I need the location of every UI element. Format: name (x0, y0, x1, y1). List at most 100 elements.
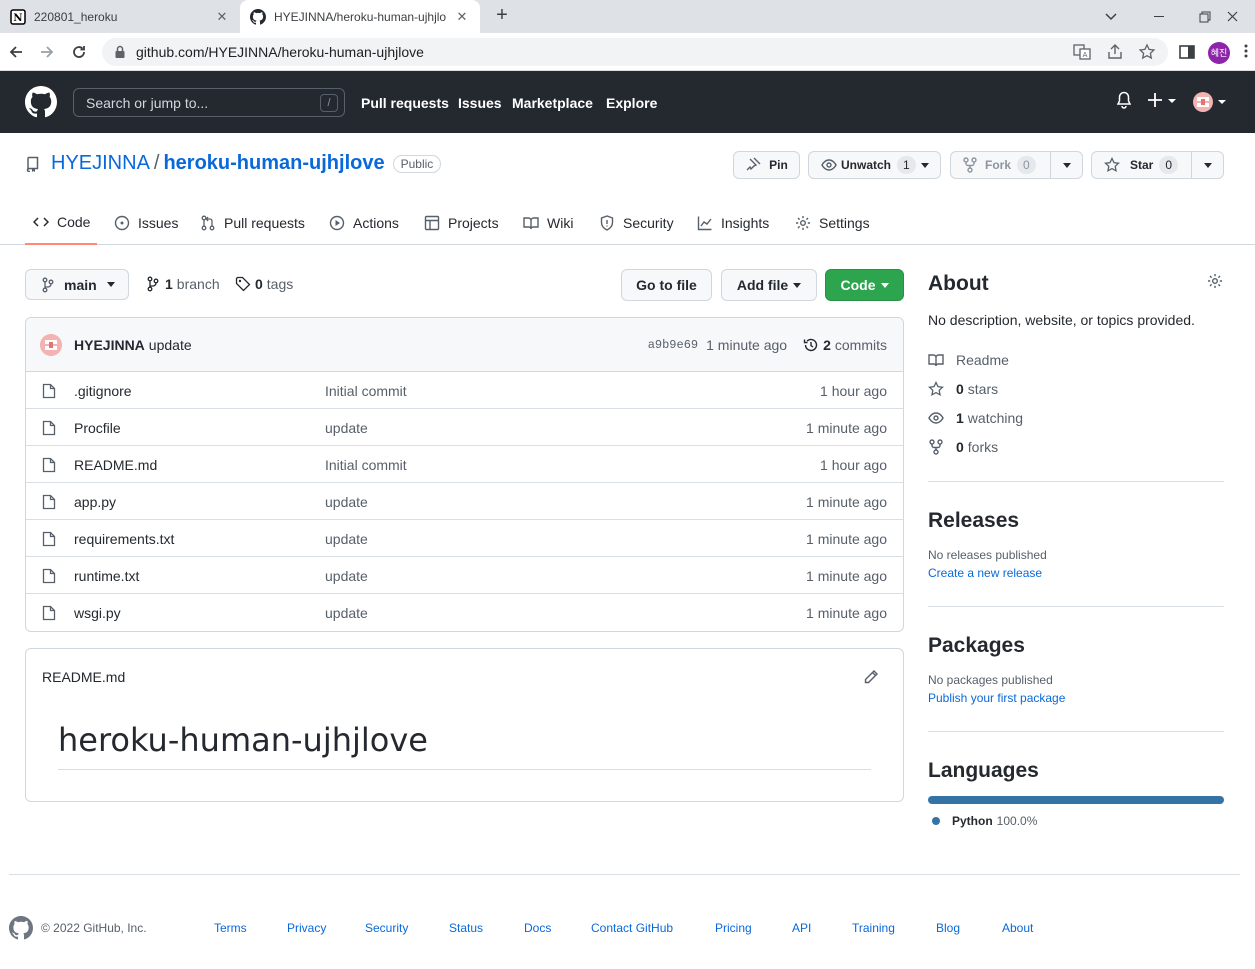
commit-author-link[interactable]: HYEJINNA (74, 337, 145, 353)
footer-link-blog[interactable]: Blog (936, 921, 960, 935)
about-settings-gear-icon[interactable] (1207, 273, 1223, 289)
footer-link-status[interactable]: Status (449, 921, 483, 935)
tab-wiki[interactable]: Wiki (523, 200, 573, 245)
tab-security[interactable]: Security (599, 200, 674, 245)
new-tab-button[interactable]: + (490, 4, 514, 28)
footer-link-about[interactable]: About (1002, 921, 1033, 935)
footer-link-terms[interactable]: Terms (214, 921, 247, 935)
tab-insights[interactable]: Insights (697, 200, 769, 245)
minimize-icon[interactable] (1136, 0, 1182, 33)
readme-filename-link[interactable]: README.md (42, 669, 125, 685)
author-avatar[interactable] (40, 333, 62, 356)
tab-code[interactable]: Code (25, 200, 97, 245)
publish-package-link[interactable]: Publish your first package (928, 691, 1224, 705)
file-commit-message-link[interactable]: update (325, 494, 368, 510)
commits-history-link[interactable]: 2 commits (803, 337, 887, 353)
star-button[interactable]: Star 0 (1091, 151, 1224, 179)
browser-tab-github[interactable]: HYEJINNA/heroku-human-ujhjlo ✕ (240, 0, 480, 33)
commit-message-link[interactable]: update (149, 337, 192, 353)
share-icon[interactable] (1106, 43, 1124, 61)
language-item-python[interactable]: Python 100.0% (928, 814, 1224, 828)
create-release-link[interactable]: Create a new release (928, 566, 1224, 580)
notifications-bell-icon[interactable] (1116, 91, 1132, 109)
file-commit-message-link[interactable]: update (325, 605, 368, 621)
footer-link-contact-github[interactable]: Contact GitHub (591, 921, 673, 935)
tab-projects[interactable]: Projects (424, 200, 499, 245)
repo-owner-link[interactable]: HYEJINNA (51, 152, 150, 175)
tab-close-icon[interactable]: ✕ (454, 9, 470, 25)
file-name-link[interactable]: README.md (74, 457, 157, 473)
tab-issues[interactable]: Issues (114, 200, 178, 245)
file-row[interactable]: wsgi.py update 1 minute ago (26, 594, 903, 631)
footer-link-security[interactable]: Security (365, 921, 408, 935)
file-commit-message-link[interactable]: Initial commit (325, 457, 407, 473)
file-row[interactable]: .gitignore Initial commit 1 hour ago (26, 372, 903, 409)
github-footer-logo-icon[interactable] (9, 916, 33, 940)
tab-search-icon[interactable] (1088, 0, 1134, 33)
chevron-down-icon (106, 282, 115, 287)
footer-link-privacy[interactable]: Privacy (287, 921, 326, 935)
file-name-link[interactable]: app.py (74, 494, 116, 510)
user-avatar-menu[interactable] (1192, 91, 1226, 113)
github-logo-icon[interactable] (25, 86, 57, 118)
browser-profile-avatar[interactable]: 혜진 (1208, 42, 1230, 64)
file-name-link[interactable]: Procfile (74, 420, 121, 436)
repo-name-link[interactable]: heroku-human-ujhjlove (163, 152, 384, 175)
nav-issues[interactable]: Issues (458, 95, 502, 111)
file-row[interactable]: README.md Initial commit 1 hour ago (26, 446, 903, 483)
go-to-file-button[interactable]: Go to file (621, 269, 712, 301)
file-commit-message-link[interactable]: update (325, 568, 368, 584)
file-name-link[interactable]: requirements.txt (74, 531, 174, 547)
footer-link-training[interactable]: Training (852, 921, 895, 935)
file-name-link[interactable]: runtime.txt (74, 568, 139, 584)
unwatch-button[interactable]: Unwatch 1 (808, 151, 941, 179)
bookmark-star-icon[interactable] (1138, 43, 1156, 61)
back-icon[interactable] (4, 40, 28, 64)
star-dropdown-chevron-down-icon[interactable] (1191, 151, 1223, 179)
browser-menu-icon[interactable] (1244, 43, 1250, 61)
file-row[interactable]: app.py update 1 minute ago (26, 483, 903, 520)
file-name-link[interactable]: wsgi.py (74, 605, 121, 621)
tags-link[interactable]: 0 tags (235, 276, 293, 292)
tab-pull-requests[interactable]: Pull requests (200, 200, 305, 245)
file-commit-message-link[interactable]: update (325, 420, 368, 436)
forks-link[interactable]: 0 forks (928, 439, 998, 455)
readme-link[interactable]: Readme (928, 352, 1009, 368)
file-name-link[interactable]: .gitignore (74, 383, 132, 399)
add-file-button[interactable]: Add file (721, 269, 817, 301)
search-input[interactable]: Search or jump to... / (73, 88, 345, 117)
file-commit-message-link[interactable]: update (325, 531, 368, 547)
nav-pull-requests[interactable]: Pull requests (361, 95, 449, 111)
create-new-plus-icon[interactable] (1148, 91, 1178, 109)
pin-button[interactable]: Pin (733, 151, 800, 179)
tab-close-icon[interactable]: ✕ (214, 9, 230, 25)
translate-icon[interactable]: A (1073, 43, 1091, 61)
footer-link-pricing[interactable]: Pricing (715, 921, 752, 935)
file-commit-message-link[interactable]: Initial commit (325, 383, 407, 399)
footer-link-api[interactable]: API (792, 921, 811, 935)
browser-tab-notion[interactable]: N 220801_heroku ✕ (0, 0, 240, 33)
footer-link-docs[interactable]: Docs (524, 921, 551, 935)
nav-explore[interactable]: Explore (606, 95, 657, 111)
file-row[interactable]: Procfile update 1 minute ago (26, 409, 903, 446)
nav-marketplace[interactable]: Marketplace (512, 95, 593, 111)
pencil-icon[interactable] (863, 669, 879, 685)
commit-sha-link[interactable]: a9b9e69 (648, 338, 698, 352)
tab-actions[interactable]: Actions (329, 200, 399, 245)
fork-dropdown-chevron-down-icon[interactable] (1050, 151, 1082, 179)
code-button[interactable]: Code (825, 269, 904, 301)
forward-icon[interactable] (35, 40, 59, 64)
watch-dropdown-chevron-down-icon[interactable] (910, 151, 940, 179)
fork-button[interactable]: Fork 0 (950, 151, 1083, 179)
file-row[interactable]: runtime.txt update 1 minute ago (26, 557, 903, 594)
reload-icon[interactable] (67, 40, 91, 64)
close-window-icon[interactable] (1209, 0, 1255, 33)
watching-link[interactable]: 1 watching (928, 410, 1023, 426)
tab-settings[interactable]: Settings (795, 200, 870, 245)
url-bar[interactable]: github.com/HYEJINNA/heroku-human-ujhjlov… (102, 38, 1168, 66)
branch-select-button[interactable]: main (25, 269, 129, 300)
branches-link[interactable]: 1 branch (147, 276, 220, 292)
stars-link[interactable]: 0 stars (928, 381, 998, 397)
file-row[interactable]: requirements.txt update 1 minute ago (26, 520, 903, 557)
side-panel-icon[interactable] (1178, 43, 1196, 61)
